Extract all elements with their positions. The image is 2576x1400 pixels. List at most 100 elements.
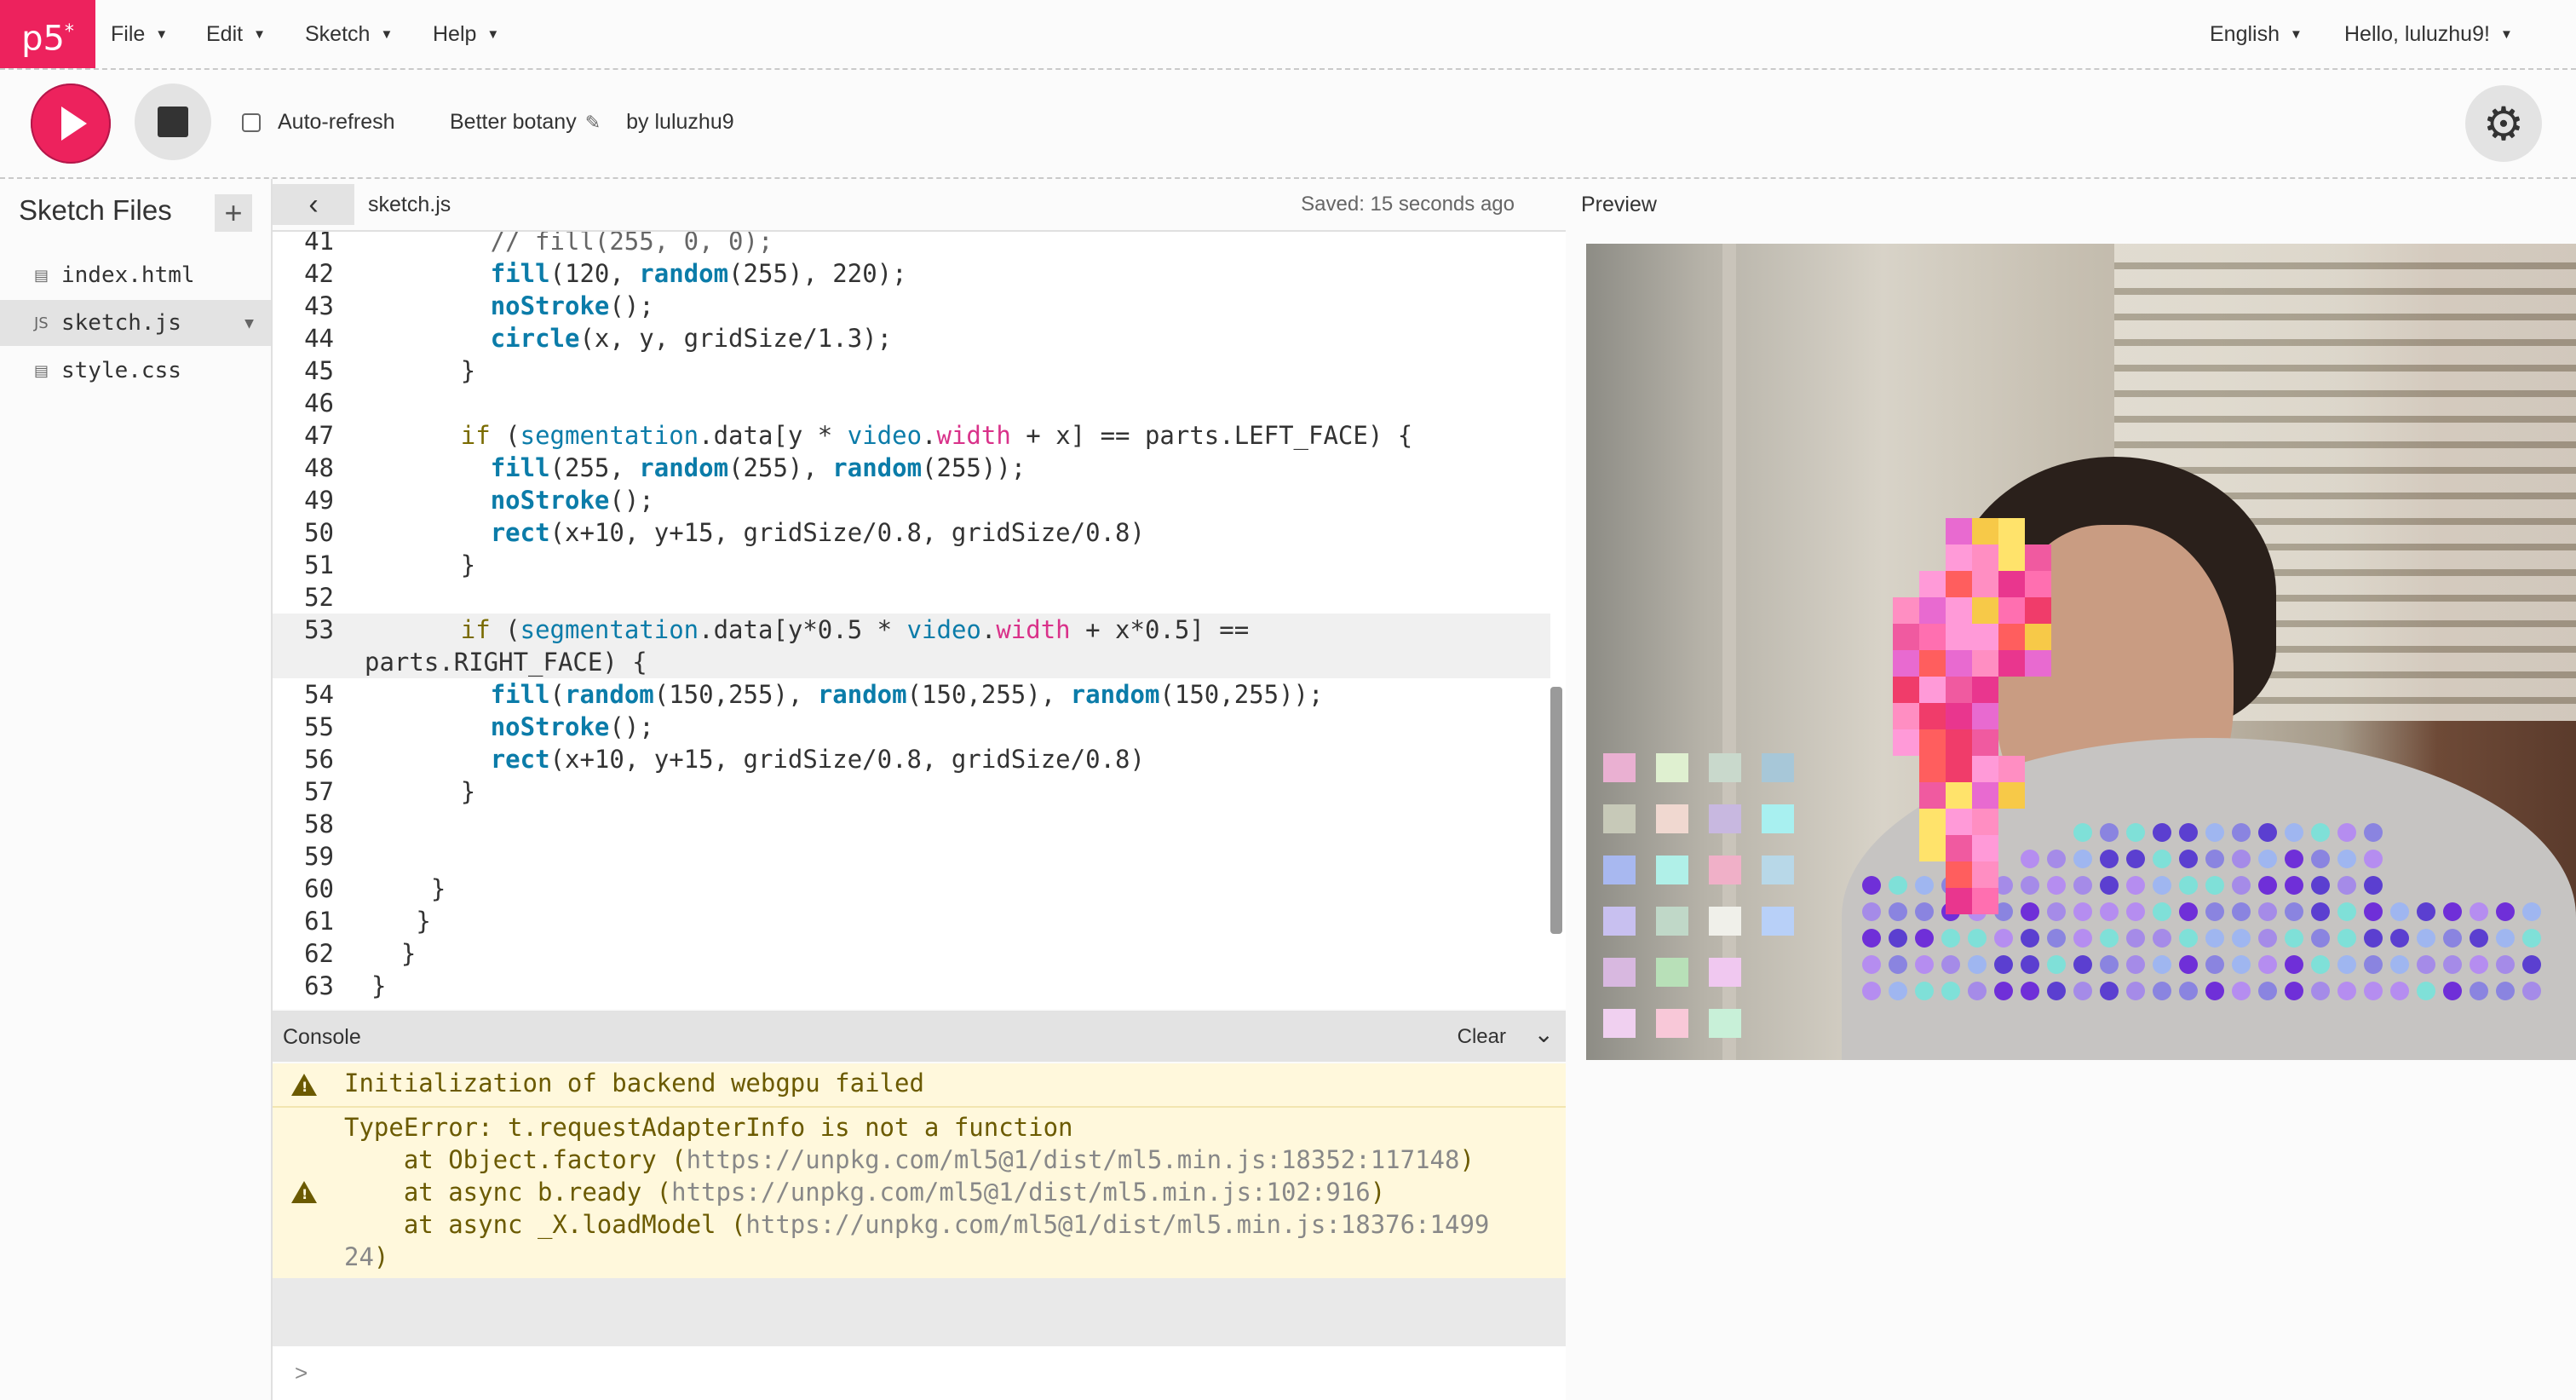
- console-input[interactable]: >: [273, 1346, 1566, 1400]
- canvas-dot: [2021, 876, 2039, 895]
- canvas-square: [1656, 856, 1688, 884]
- menu-sketch[interactable]: Sketch ▼: [305, 0, 393, 68]
- canvas-dot: [2021, 850, 2039, 868]
- chevron-down-icon[interactable]: ⌄: [1534, 1020, 1554, 1048]
- pencil-icon[interactable]: ✎: [585, 112, 601, 134]
- canvas-dot: [1862, 876, 1881, 895]
- auto-refresh-toggle[interactable]: Auto-refresh: [242, 110, 395, 135]
- mosaic-cell: [1946, 835, 1972, 861]
- mosaic-cell: [1919, 624, 1946, 650]
- user-menu[interactable]: Hello, luluzhu9! ▼: [2344, 0, 2513, 68]
- stop-button[interactable]: [135, 84, 211, 160]
- plus-icon: +: [224, 195, 243, 230]
- canvas-dot: [2337, 850, 2356, 868]
- mosaic-cell: [1972, 624, 1998, 650]
- sidebar-file-style-css[interactable]: ▤ style.css: [0, 348, 271, 394]
- mosaic-cell: [1946, 650, 1972, 677]
- error-stacktrace: TypeError: t.requestAdapterInfo is not a…: [344, 1113, 1490, 1271]
- chevron-down-icon: ▼: [155, 26, 169, 42]
- canvas-square: [1603, 958, 1636, 987]
- canvas-square: [1603, 753, 1636, 782]
- mosaic-cell: [1919, 703, 1946, 729]
- canvas-dot: [2100, 823, 2119, 842]
- canvas-dot: [2337, 823, 2356, 842]
- chevron-down-icon: ▼: [2290, 26, 2303, 42]
- menu-file[interactable]: File ▼: [111, 0, 168, 68]
- line-number: 47: [304, 421, 334, 450]
- mosaic-cell: [1919, 571, 1946, 597]
- canvas-dot: [2047, 850, 2066, 868]
- canvas-square: [1762, 856, 1794, 884]
- canvas-dot: [2073, 982, 2092, 1000]
- canvas-dot: [2311, 876, 2330, 895]
- canvas-dot: [2047, 876, 2066, 895]
- auto-refresh-label: Auto-refresh: [278, 110, 395, 134]
- mosaic-cell: [1998, 782, 2025, 809]
- settings-button[interactable]: ⚙: [2465, 85, 2542, 162]
- sketch-title[interactable]: Better botany ✎ by luluzhu9: [450, 110, 734, 135]
- canvas-dot: [1915, 876, 1934, 895]
- canvas-dot: [1915, 955, 1934, 974]
- line-number: 57: [304, 777, 334, 806]
- chevron-down-icon: ▼: [2499, 26, 2513, 42]
- canvas-dot: [2232, 902, 2251, 921]
- canvas-square: [1709, 753, 1741, 782]
- canvas-dot: [2153, 902, 2171, 921]
- mosaic-cell: [2025, 571, 2051, 597]
- canvas-dot: [2205, 929, 2224, 948]
- canvas-dot: [2100, 929, 2119, 948]
- line-number: 45: [304, 356, 334, 385]
- canvas-dot: [2522, 982, 2541, 1000]
- mosaic-cell: [1998, 597, 2025, 624]
- canvas-dot: [2047, 902, 2066, 921]
- canvas-dot: [2285, 902, 2303, 921]
- mosaic-cell: [1972, 571, 1998, 597]
- menu-edit[interactable]: Edit ▼: [206, 0, 266, 68]
- sidebar-file-index-html[interactable]: ▤ index.html: [0, 252, 271, 298]
- canvas-square: [1656, 1009, 1688, 1038]
- chevron-down-icon: ▼: [253, 26, 266, 42]
- clear-console-button[interactable]: Clear: [1458, 1025, 1506, 1049]
- console-empty-area: [273, 1278, 1566, 1346]
- code-line: 46: [273, 387, 1550, 419]
- add-file-button[interactable]: +: [215, 194, 252, 232]
- menu-edit-label: Edit: [206, 21, 244, 46]
- canvas-dot: [2470, 982, 2488, 1000]
- line-number: 50: [304, 518, 334, 547]
- canvas-dot: [2364, 876, 2383, 895]
- sidebar-file-sketch-js[interactable]: JS sketch.js ▼: [0, 300, 271, 346]
- canvas-square: [1762, 753, 1794, 782]
- canvas-dot: [1968, 955, 1987, 974]
- menu-help[interactable]: Help ▼: [433, 0, 499, 68]
- code-editor[interactable]: 41 // fill(255, 0, 0); 42 fill(120, rando…: [273, 232, 1566, 1009]
- console-error: TypeError: t.requestAdapterInfo is not a…: [273, 1108, 1566, 1278]
- line-number: 51: [304, 550, 334, 579]
- canvas-dot: [2153, 876, 2171, 895]
- language-menu[interactable]: English ▼: [2210, 0, 2303, 68]
- menu-help-label: Help: [433, 21, 477, 46]
- play-button[interactable]: [31, 84, 111, 164]
- canvas-dot: [2390, 955, 2409, 974]
- p5-logo[interactable]: p5*: [0, 0, 95, 68]
- preview-canvas[interactable]: [1586, 244, 2576, 1060]
- logo-asterisk: *: [64, 21, 74, 43]
- sidebar-title: Sketch Files: [19, 194, 172, 226]
- file-options-icon[interactable]: ▼: [244, 314, 254, 332]
- canvas-dot: [2311, 850, 2330, 868]
- editor-scrollbar[interactable]: [1550, 687, 1562, 934]
- collapse-sidebar-button[interactable]: ‹: [273, 184, 354, 225]
- canvas-square: [1656, 958, 1688, 987]
- canvas-dot: [2522, 929, 2541, 948]
- auto-refresh-checkbox[interactable]: [242, 112, 261, 132]
- canvas-dot: [1968, 929, 1987, 948]
- canvas-dot: [2073, 929, 2092, 948]
- canvas-dot: [2021, 929, 2039, 948]
- canvas-dot: [2205, 876, 2224, 895]
- canvas-dot: [2496, 902, 2515, 921]
- canvas-dot: [2390, 929, 2409, 948]
- code-line: 42 fill(120, random(255), 220);: [273, 257, 1550, 290]
- canvas-dot: [2285, 955, 2303, 974]
- line-number: 58: [304, 809, 334, 838]
- line-number: 41: [304, 232, 334, 256]
- canvas-dot: [1941, 982, 1960, 1000]
